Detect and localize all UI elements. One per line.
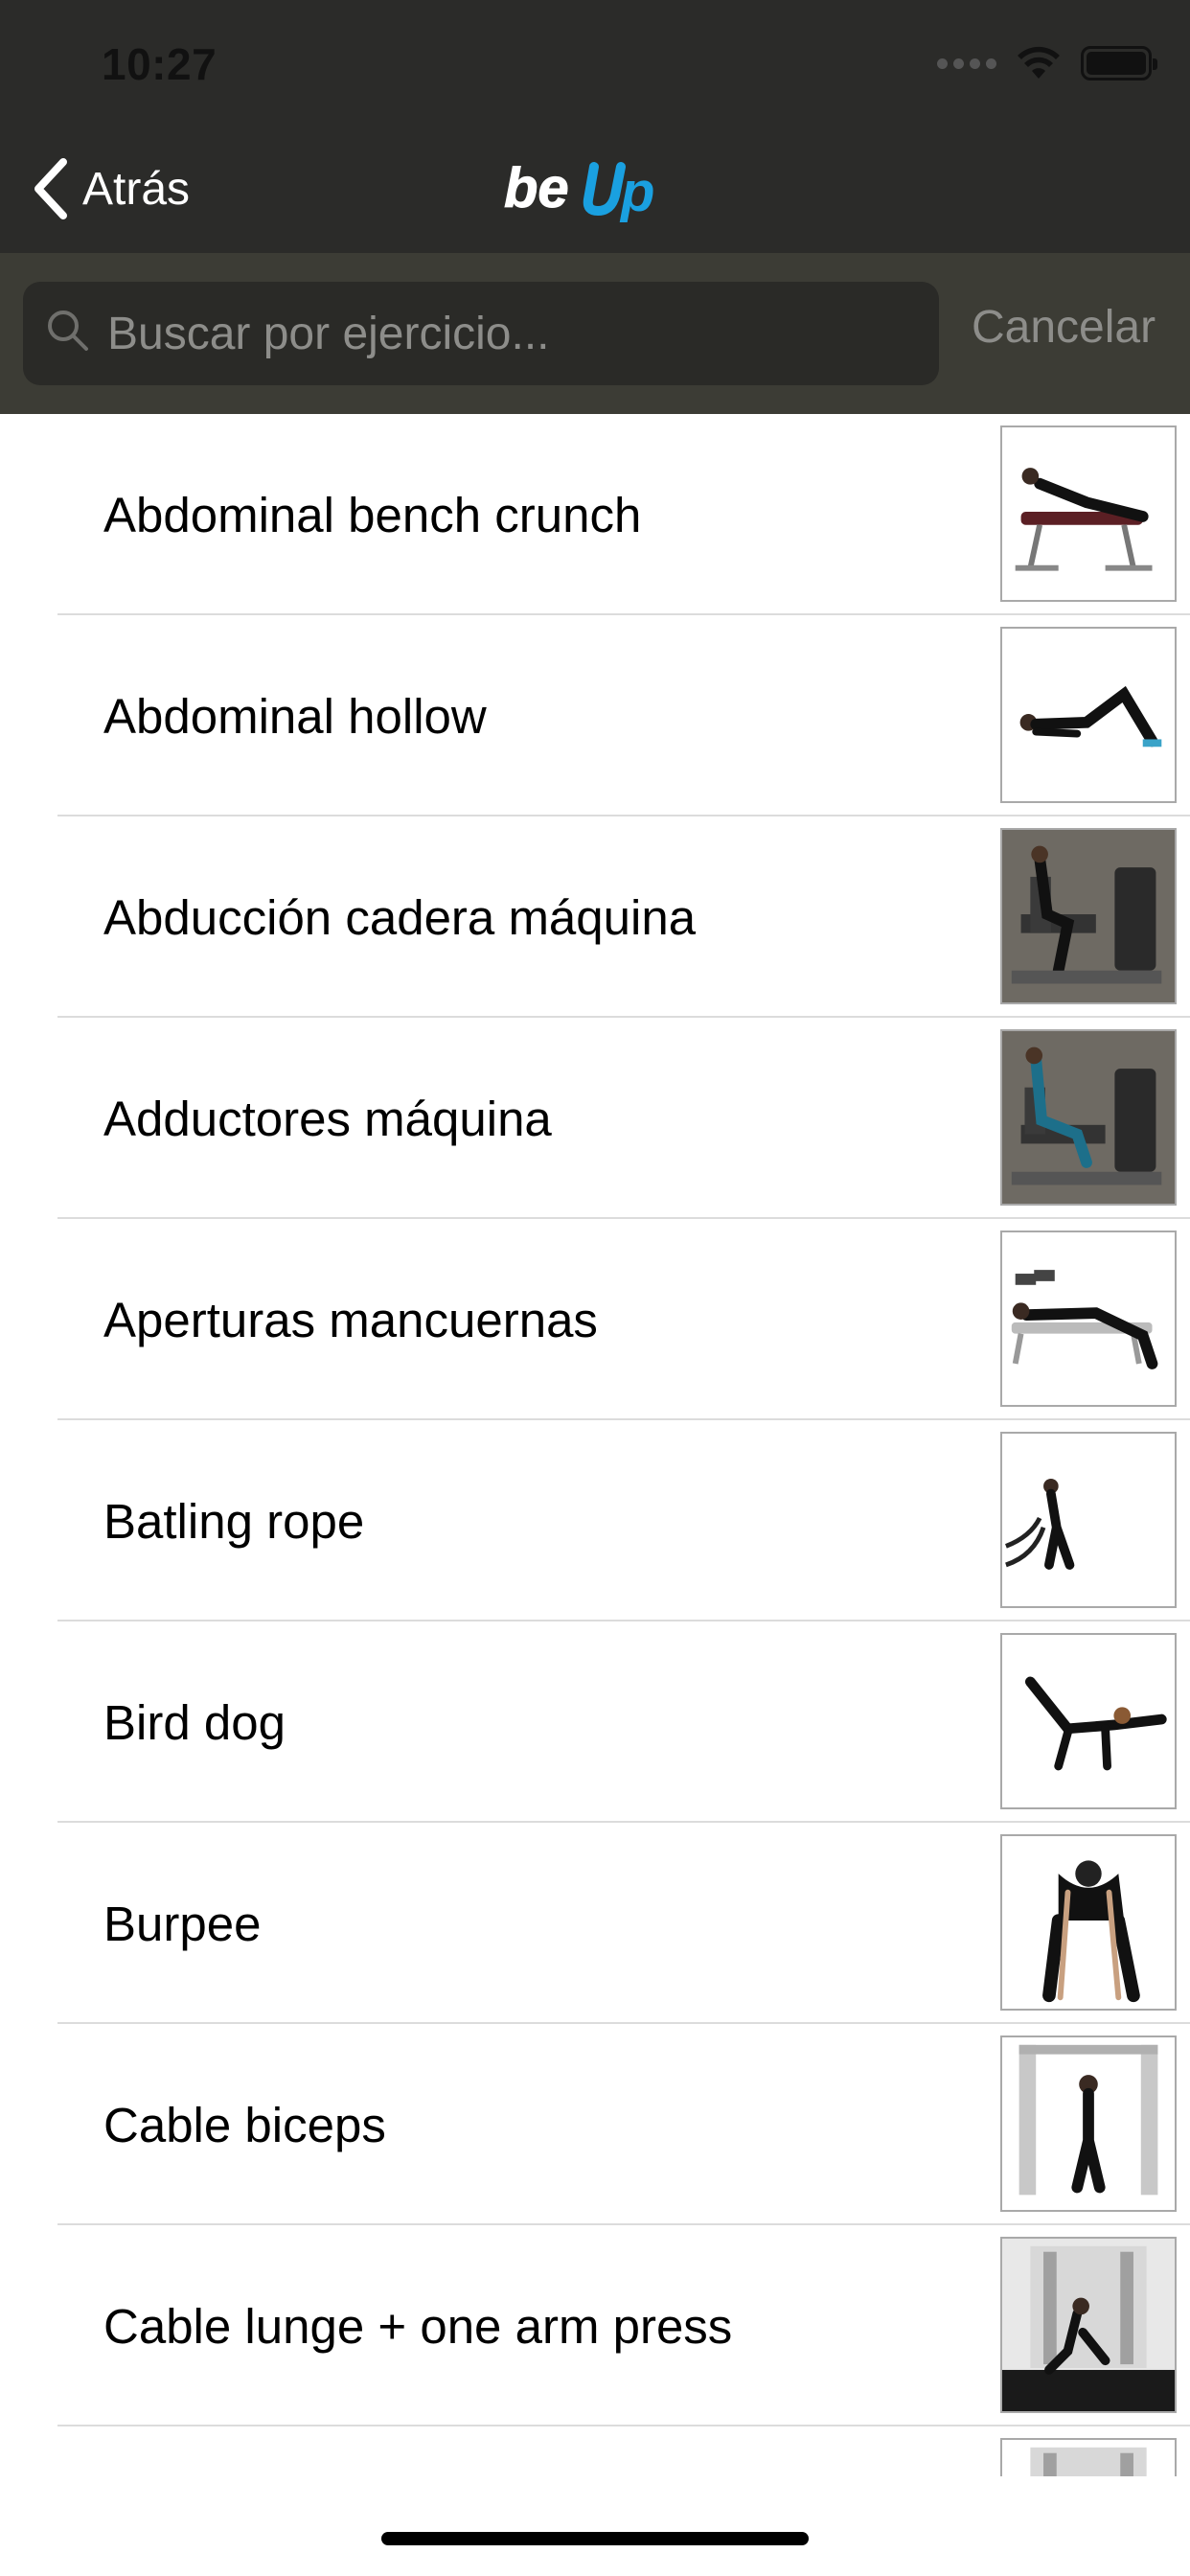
exercise-row[interactable]: Abdominal bench crunch: [0, 414, 1190, 615]
exercise-thumbnail: [1000, 426, 1177, 602]
exercise-thumbnail: [1000, 1029, 1177, 1206]
battery-icon: [1081, 46, 1157, 80]
back-button-label: Atrás: [82, 163, 191, 215]
exercise-name: Adductores máquina: [103, 1091, 552, 1146]
home-indicator[interactable]: [381, 2532, 809, 2545]
exercise-row[interactable]: Cable lunge + one arm press: [0, 2225, 1190, 2426]
exercise-name: Cable biceps: [103, 2097, 386, 2152]
exercise-thumbnail: [1000, 1432, 1177, 1608]
exercise-name: Burpee: [103, 1896, 262, 1951]
exercise-name: Bird dog: [103, 1694, 286, 1750]
search-icon: [48, 310, 88, 351]
exercise-thumbnail: [1000, 627, 1177, 803]
exercise-row[interactable]: Abdominal hollow: [0, 615, 1190, 816]
status-icons: [937, 44, 1157, 82]
exercise-thumbnail: [1000, 1230, 1177, 1407]
exercise-thumbnail: [1000, 828, 1177, 1004]
exercise-name: Batling rope: [103, 1493, 365, 1549]
search-input[interactable]: [107, 305, 922, 362]
exercise-row[interactable]: [0, 2426, 1190, 2476]
status-time: 10:27: [102, 39, 217, 89]
wifi-icon: [1018, 46, 1060, 79]
exercise-row[interactable]: Batling rope: [0, 1420, 1190, 1622]
exercise-name: Abdominal bench crunch: [103, 487, 642, 542]
exercise-name: Aperturas mancuernas: [103, 1292, 598, 1347]
exercise-thumbnail: [1000, 1633, 1177, 1809]
back-button[interactable]: Atrás: [33, 155, 190, 222]
exercise-row[interactable]: Abducción cadera máquina: [0, 816, 1190, 1018]
navigation-header: 10:27 Atrás be p: [0, 0, 1190, 253]
svg-text:be: be: [504, 157, 569, 219]
exercise-row[interactable]: Bird dog: [0, 1622, 1190, 1823]
exercise-row[interactable]: Cable biceps: [0, 2024, 1190, 2225]
exercise-thumbnail: [1000, 2438, 1177, 2476]
chevron-left-icon: [34, 158, 67, 219]
exercise-name: Cable lunge + one arm press: [103, 2298, 733, 2354]
exercise-name: Abducción cadera máquina: [103, 889, 697, 945]
exercise-row[interactable]: Adductores máquina: [0, 1018, 1190, 1219]
exercise-thumbnail: [1000, 2237, 1177, 2413]
svg-text:p: p: [619, 161, 654, 223]
beup-logo: be p: [504, 157, 655, 224]
cancel-button[interactable]: Cancelar: [972, 301, 1156, 354]
exercise-row[interactable]: Aperturas mancuernas: [0, 1219, 1190, 1420]
exercise-thumbnail: [1000, 1834, 1177, 2011]
exercise-row[interactable]: Burpee: [0, 1823, 1190, 2024]
exercise-thumbnail: [1000, 2036, 1177, 2212]
cellular-signal-icon: [937, 58, 996, 69]
exercise-name: Abdominal hollow: [103, 688, 487, 744]
exercise-list[interactable]: Abdominal bench crunch Abdominal hollow: [0, 414, 1190, 2476]
